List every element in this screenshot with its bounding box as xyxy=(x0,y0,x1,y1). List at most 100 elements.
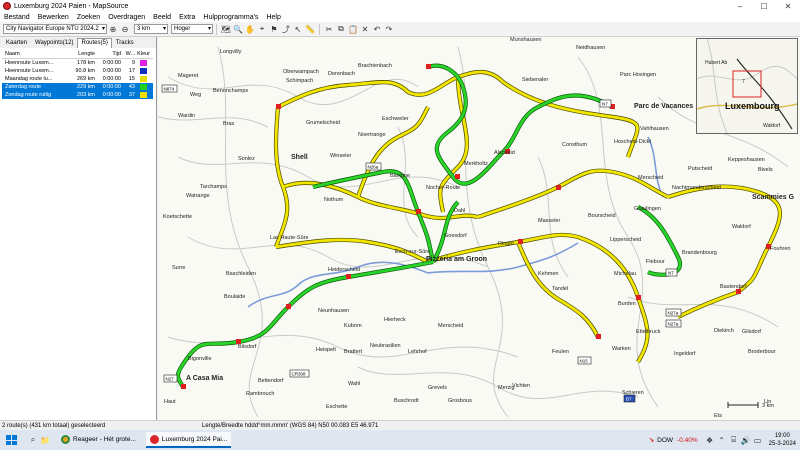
scale-select[interactable]: 3 km ▾ xyxy=(134,24,168,34)
table-row[interactable]: Heenroute Luxem... 90.8 km 0:00:00 17 xyxy=(2,67,153,75)
table-row[interactable]: Zondag route ruitig 203 km 0:00:00 37 xyxy=(2,91,153,99)
taskbar-mapsource[interactable]: Luxemburg 2024 Pai... xyxy=(145,432,232,448)
map-label: Diekirch xyxy=(714,328,734,334)
menu-extra[interactable]: Extra xyxy=(175,14,199,21)
network-icon[interactable]: ⌸ xyxy=(729,435,739,445)
map-label: Wahl xyxy=(348,381,360,387)
route-waypoints: 43 xyxy=(128,84,135,90)
map-label: Neubrasilien xyxy=(370,343,401,349)
windows-start-icon[interactable] xyxy=(6,435,17,445)
detail-select[interactable]: Hoger ▾ xyxy=(171,24,213,34)
table-row[interactable]: Zaterdag route 229 km 0:00:00 43 xyxy=(2,83,153,91)
table-row[interactable]: Heenroute Luxem... 178 km 0:00:00 9 xyxy=(2,59,153,67)
menu-file[interactable]: Bestand xyxy=(0,14,34,21)
tab-maps[interactable]: Kaarten xyxy=(2,38,31,48)
menu-help[interactable]: Help xyxy=(262,14,284,21)
overview-map[interactable]: Hubert Ab 7 Luxembourg Waldorf xyxy=(696,38,798,134)
map-product-select[interactable]: City Navigator Europe NTU 2024.2 ▾ xyxy=(3,24,107,34)
col-color[interactable]: Kleur xyxy=(135,51,152,57)
overview-label: 7 xyxy=(742,79,745,85)
map-label: Gilsdorf xyxy=(742,329,761,335)
paste-icon[interactable]: 📋 xyxy=(348,24,358,34)
map-label: Bilsdorf xyxy=(238,344,257,350)
cut-icon[interactable]: ✂ xyxy=(324,24,334,34)
map-label: Watrange xyxy=(186,193,210,199)
table-row[interactable]: Maandag route lu... 269 km 0:00:00 15 xyxy=(2,75,153,83)
tab-tracks[interactable]: Tracks xyxy=(112,38,138,48)
zoom-in-icon[interactable]: ⊕ xyxy=(108,24,118,34)
undo-icon[interactable]: ↶ xyxy=(372,24,382,34)
tab-waypoints[interactable]: Waypoints(12) xyxy=(31,38,77,48)
dow-label[interactable]: DOW xyxy=(657,437,673,444)
map-view[interactable]: Longvilly Brachtenbach Munshausen Neidha… xyxy=(158,37,800,420)
map-label: Weg xyxy=(190,92,201,98)
maximize-button[interactable]: ☐ xyxy=(752,0,776,12)
menu-transfer[interactable]: Overdragen xyxy=(104,14,149,21)
waypoint-tool-icon[interactable]: ⚑ xyxy=(269,24,279,34)
map-label: Parc de Vacances xyxy=(634,103,693,110)
map-label: A Casa Mia xyxy=(186,375,223,382)
route-length: 269 km xyxy=(76,76,95,82)
hand-tool-icon[interactable]: ✋ xyxy=(245,24,255,34)
clock[interactable]: 19:00 25-3-2024 xyxy=(769,432,796,448)
road-shield-label: B7 xyxy=(626,397,632,402)
redo-icon[interactable]: ↷ xyxy=(384,24,394,34)
map-label: Fouhren xyxy=(770,246,791,252)
map-label: Tandel xyxy=(552,286,568,292)
map-label: Ettelbruck xyxy=(636,329,661,335)
col-waypoints[interactable]: W... xyxy=(121,51,135,57)
map-label: Parc Hosingen xyxy=(620,72,656,78)
taskbar-mapsource-label: Luxemburg 2024 Pai... xyxy=(161,435,228,443)
menu-edit[interactable]: Bewerken xyxy=(34,14,73,21)
measure-tool-icon[interactable]: 📏 xyxy=(305,24,315,34)
road-shield-label: N27a xyxy=(668,322,679,327)
volume-icon[interactable]: 🔊 xyxy=(741,435,751,445)
map-label: Eschweiler xyxy=(382,116,409,122)
route-time: 0:00:00 xyxy=(102,68,121,74)
map-label: Noertrange xyxy=(358,132,386,138)
col-time[interactable]: Tijd xyxy=(95,51,121,57)
map-label: Bourscheid xyxy=(588,213,616,219)
map-label: Graulingen xyxy=(634,206,661,212)
map-label: Bras xyxy=(223,121,235,127)
dropbox-icon[interactable]: ❖ xyxy=(705,435,715,445)
map-label: Grumelscheid xyxy=(306,120,340,126)
copy-icon[interactable]: ⧉ xyxy=(336,24,346,34)
zoom-out-icon[interactable]: ⊖ xyxy=(120,24,130,34)
col-length[interactable]: Lengte xyxy=(67,51,95,57)
minimize-button[interactable]: – xyxy=(728,0,752,12)
map-label: Ingeldorf xyxy=(674,351,696,357)
delete-icon[interactable]: ✕ xyxy=(360,24,370,34)
tray-expand-icon[interactable]: ⌃ xyxy=(717,435,727,445)
coordinate-readout: Lengte/Breedte hddd°mm.mmm' (WGS 84) N50… xyxy=(202,423,379,429)
map-label: Scammies G xyxy=(752,194,795,201)
road-shield-label: N27 xyxy=(166,377,175,382)
toolbar: City Navigator Europe NTU 2024.2 ▾ ⊕ ⊖ 3 … xyxy=(0,22,800,37)
map-label: Baschleiden xyxy=(226,271,256,277)
folder-icon[interactable]: 📁 xyxy=(40,435,50,445)
battery-icon[interactable]: ▭ xyxy=(753,435,763,445)
pointer-tool-icon[interactable]: ↖ xyxy=(293,24,303,34)
chevron-down-icon: ▾ xyxy=(207,26,211,32)
menu-find[interactable]: Zoeken xyxy=(73,14,104,21)
tab-routes[interactable]: Routes(5) xyxy=(77,38,112,48)
menu-view[interactable]: Beeld xyxy=(149,14,175,21)
minor-roads xyxy=(158,46,789,418)
route-tool-icon[interactable]: ⤴ xyxy=(281,24,291,34)
map-label: Lehrhof xyxy=(408,349,427,355)
map-label: Hierheck xyxy=(384,317,406,323)
map-label: Heiderscheid xyxy=(328,267,360,273)
select-tool-icon[interactable]: ⌖ xyxy=(257,24,267,34)
col-name[interactable]: Naam xyxy=(2,51,67,57)
taskbar-chrome[interactable]: Reageer - Hét grote... xyxy=(57,432,140,448)
map-label: Merkholtz xyxy=(464,161,488,167)
map-label: Burden xyxy=(618,301,636,307)
map-label: Brachtenbach xyxy=(358,63,392,69)
search-icon[interactable]: ⌕ xyxy=(28,435,38,445)
close-button[interactable]: ✕ xyxy=(776,0,800,12)
menu-utilities[interactable]: Hulpprogramma's xyxy=(199,14,262,21)
zoom-tool-icon[interactable]: 🔍 xyxy=(233,24,243,34)
map-label: Heispelt xyxy=(316,347,336,353)
road-shield-label: N7 xyxy=(668,271,674,276)
map-tool-icon[interactable]: 🗺 xyxy=(221,24,231,34)
